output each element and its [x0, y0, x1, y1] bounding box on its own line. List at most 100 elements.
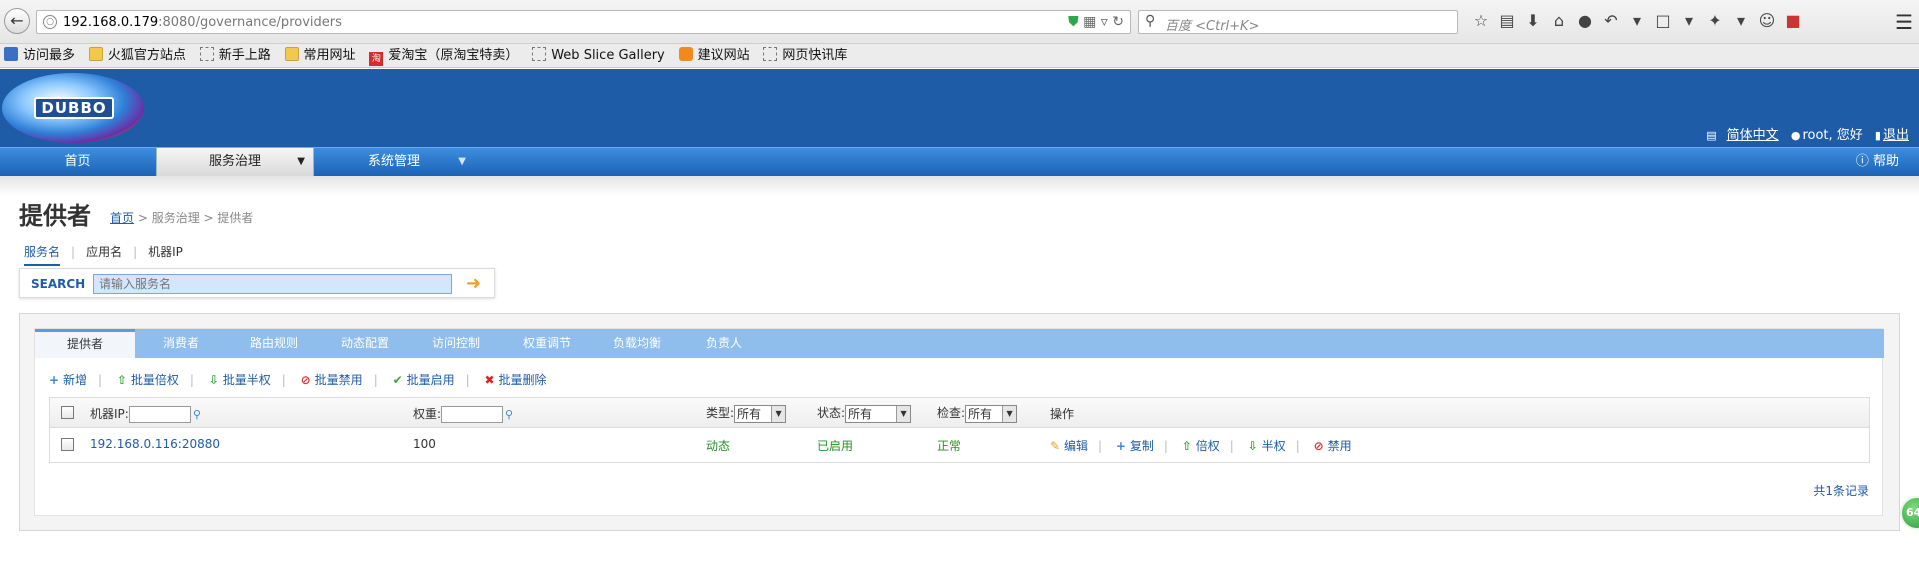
tab-access-control[interactable]: 访问控制: [409, 329, 503, 358]
search-tab-ip[interactable]: 机器IP: [148, 243, 183, 264]
reload-icon[interactable]: ↻: [1112, 14, 1124, 30]
download-icon[interactable]: ⬇: [1520, 11, 1546, 30]
breadcrumb-home-link[interactable]: 首页: [110, 211, 134, 225]
provider-address-link[interactable]: 192.168.0.116:20880: [90, 437, 220, 451]
globe-icon: ○: [43, 15, 57, 29]
arrow-down-icon: ⇩: [208, 373, 219, 387]
bookmark-item[interactable]: 火狐官方站点: [88, 44, 186, 68]
copy-button[interactable]: + 复制: [1116, 437, 1154, 454]
total-records: 共1条记录: [1813, 484, 1869, 498]
logout-link[interactable]: 退出: [1883, 128, 1909, 143]
weight-filter-input[interactable]: [441, 406, 504, 423]
tab-routes[interactable]: 路由规则: [227, 329, 321, 358]
batch-enable-button[interactable]: ✔ 批量启用: [393, 371, 455, 388]
plugin-icon[interactable]: ✦: [1702, 11, 1728, 30]
chat-icon[interactable]: ●: [1572, 11, 1598, 30]
star-icon[interactable]: ☆: [1468, 11, 1494, 30]
batch-half-weight-button[interactable]: ⇩ 批量半权: [209, 371, 271, 388]
tab-dynamic-config[interactable]: 动态配置: [321, 329, 409, 358]
row-checkbox[interactable]: [61, 438, 74, 451]
main-nav: 首页 服务治理 ▼ 系统管理 ▼ ⓘ 帮助: [0, 147, 1919, 176]
ops-header: 操作: [1050, 407, 1075, 421]
url-bar-icons: ⛊ ▦ ▿ ↻: [1068, 14, 1124, 30]
page-icon: [199, 47, 214, 61]
dropdown-icon[interactable]: ▾: [1728, 11, 1754, 30]
qr-code-icon[interactable]: ▦: [1083, 14, 1096, 30]
nav-home[interactable]: 首页: [0, 148, 155, 176]
search-tab-application[interactable]: 应用名: [86, 243, 122, 264]
bookmark-item[interactable]: Web Slice Gallery: [532, 44, 665, 68]
arrow-up-icon: ⇧: [1181, 439, 1192, 453]
dropdown-icon[interactable]: ▾: [1624, 11, 1650, 30]
weight-filter: 权重: ⚲: [413, 406, 514, 423]
add-button[interactable]: + 新增: [49, 371, 87, 388]
site-header: DUBBO ▤ 简体中文 ● root, 您好 ▮ 退出: [0, 69, 1919, 147]
header-links: ▤ 简体中文 ● root, 您好 ▮ 退出: [1706, 124, 1909, 143]
double-weight-button[interactable]: ⇧ 倍权: [1182, 437, 1220, 454]
tab-providers[interactable]: 提供者: [35, 329, 135, 358]
bookmarks-bar: 访问最多 火狐官方站点 新手上路 常用网址 淘爱淘宝（原淘宝特卖） Web Sl…: [0, 44, 1919, 68]
search-input[interactable]: [93, 274, 452, 294]
provider-check: 正常: [937, 439, 962, 453]
batch-double-weight-button[interactable]: ⇧ 批量倍权: [117, 371, 179, 388]
logo-text: DUBBO: [34, 97, 114, 119]
addon-icon[interactable]: ■: [1780, 11, 1806, 30]
bookmark-item[interactable]: 常用网址: [284, 44, 356, 68]
help-link[interactable]: ⓘ 帮助: [1856, 148, 1899, 176]
floating-badge[interactable]: 64: [1900, 496, 1919, 530]
search-tab-service[interactable]: 服务名: [24, 243, 61, 266]
arrow-right-icon[interactable]: ➜: [466, 274, 488, 294]
home-icon[interactable]: ⌂: [1546, 11, 1572, 30]
provider-status: 已启用: [817, 439, 854, 453]
arrow-down-icon: ⇩: [1247, 439, 1258, 453]
plus-icon: +: [49, 373, 60, 387]
hamburger-menu-icon[interactable]: ☰: [1895, 10, 1913, 34]
shield-icon[interactable]: ⛊: [1068, 14, 1079, 30]
language-link[interactable]: 简体中文: [1727, 128, 1779, 143]
bookmark-item[interactable]: 淘爱淘宝（原淘宝特卖）: [369, 44, 518, 68]
tab-owners[interactable]: 负责人: [683, 329, 765, 358]
back-arrow-icon[interactable]: ←: [4, 8, 30, 34]
dubbo-logo[interactable]: DUBBO: [2, 73, 144, 143]
type-select[interactable]: 所有 ▼: [734, 404, 787, 423]
tab-weights[interactable]: 权重调节: [503, 329, 591, 358]
half-weight-button[interactable]: ⇩ 半权: [1248, 437, 1286, 454]
batch-disable-button[interactable]: ⊘ 批量禁用: [301, 371, 363, 388]
ban-icon: ⊘: [1313, 439, 1324, 453]
nav-system-management[interactable]: 系统管理 ▼: [314, 148, 474, 176]
page-title: 提供者: [19, 202, 91, 230]
bookmark-item[interactable]: 建议网站: [678, 44, 750, 68]
bookmark-item[interactable]: 访问最多: [4, 44, 75, 68]
plus-icon: +: [1115, 439, 1126, 453]
crop-icon[interactable]: □: [1650, 11, 1676, 30]
browser-search-box[interactable]: ⚲ 百度 <Ctrl+K>: [1138, 10, 1458, 34]
smiley-icon[interactable]: ☺: [1754, 11, 1780, 30]
status-select[interactable]: 所有 ▼: [845, 404, 912, 423]
search-icon[interactable]: ⚲: [193, 408, 201, 421]
providers-panel: 提供者 消费者 路由规则 动态配置 访问控制 权重调节 负载均衡 负责人 + 新增…: [19, 313, 1900, 531]
dropdown-icon[interactable]: ▿: [1101, 14, 1108, 30]
ban-icon: ⊘: [300, 373, 311, 387]
ip-filter-input[interactable]: [128, 406, 191, 423]
provider-type: 动态: [706, 439, 731, 453]
search-icon[interactable]: ⚲: [505, 408, 513, 421]
url-text[interactable]: 192.168.0.179:8080/governance/providers: [63, 15, 342, 30]
bookmark-item[interactable]: 网页快讯库: [763, 44, 847, 68]
table-row: 192.168.0.116:20880 100 动态 已启用 正常 ✎ 编辑 | +…: [50, 429, 1869, 462]
disable-button[interactable]: ⊘ 禁用: [1314, 437, 1352, 454]
check-icon: ✔: [392, 373, 403, 387]
nav-service-governance[interactable]: 服务治理 ▼: [156, 148, 314, 176]
undo-icon[interactable]: ↶: [1598, 11, 1624, 30]
browser-search-placeholder: 百度 <Ctrl+K>: [1165, 19, 1260, 34]
bookmark-item[interactable]: 新手上路: [199, 44, 271, 68]
dropdown-icon[interactable]: ▾: [1676, 11, 1702, 30]
reading-list-icon[interactable]: ▤: [1494, 11, 1520, 30]
url-bar[interactable]: ○ 192.168.0.179:8080/governance/provider…: [36, 10, 1131, 34]
check-select[interactable]: 所有 ▼: [965, 404, 1018, 423]
logout-icon: ▮: [1874, 129, 1881, 142]
tab-consumers[interactable]: 消费者: [135, 329, 227, 358]
select-all-checkbox[interactable]: [61, 406, 74, 419]
edit-button[interactable]: ✎ 编辑: [1050, 437, 1088, 454]
batch-delete-button[interactable]: ✖ 批量删除: [484, 371, 546, 388]
tab-load-balance[interactable]: 负载均衡: [591, 329, 683, 358]
